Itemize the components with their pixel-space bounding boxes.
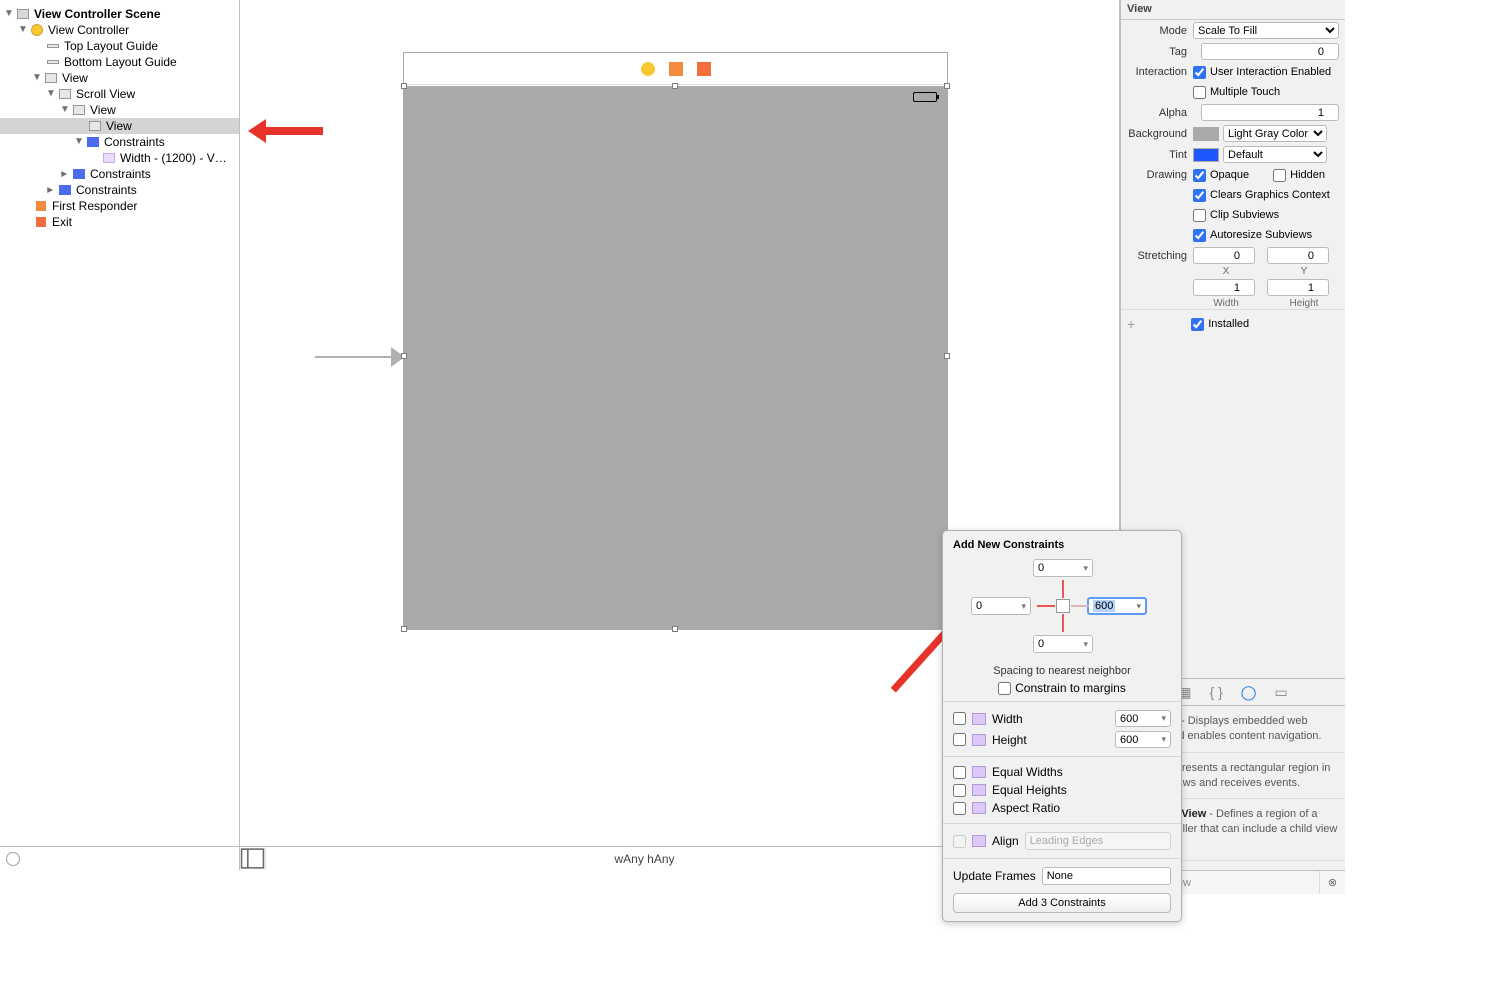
stretch-x-field[interactable] [1193, 247, 1255, 264]
add-constraints-popover: Add New Constraints 0▾ 0▾ 600▾ 0▾ Spacin… [942, 530, 1182, 922]
tag-field[interactable] [1201, 43, 1339, 60]
installed-checkbox[interactable]: Installed [1191, 318, 1249, 331]
user-interaction-checkbox[interactable]: User Interaction Enabled [1193, 66, 1339, 79]
outline-constraints-root[interactable]: ▼Constraints [0, 182, 239, 198]
stretch-w-field[interactable] [1193, 279, 1255, 296]
annotation-arrow [248, 122, 323, 142]
outline-selected-view[interactable]: View [0, 118, 239, 134]
outline-scene[interactable]: ▼View Controller Scene [0, 6, 239, 22]
outline-exit[interactable]: Exit [0, 214, 239, 230]
pin-top-strut[interactable] [1062, 580, 1064, 598]
stretch-h-field[interactable] [1267, 279, 1329, 296]
outline-filter-bar[interactable] [0, 846, 240, 870]
autoresize-checkbox[interactable]: Autoresize Subviews [1193, 229, 1339, 242]
pin-leading-strut[interactable] [1037, 605, 1055, 607]
outline-view-controller[interactable]: ▼View Controller [0, 22, 239, 38]
outline-bottom-layout-guide[interactable]: Bottom Layout Guide [0, 54, 239, 70]
panel-icon [240, 846, 265, 871]
add-constraints-button[interactable]: Add 3 Constraints [953, 893, 1171, 913]
outline-scroll-view[interactable]: ▼Scroll View [0, 86, 239, 102]
background-swatch[interactable] [1193, 127, 1219, 141]
library-clear-button[interactable]: ⊗ [1319, 871, 1345, 894]
filter-icon [6, 852, 20, 866]
trailing-spacing-field[interactable]: 600▾ [1087, 597, 1147, 615]
stretch-y-field[interactable] [1267, 247, 1329, 264]
pin-bottom-strut[interactable] [1062, 614, 1064, 632]
bottom-spacing-field[interactable]: 0▾ [1033, 635, 1093, 653]
vc-icon[interactable] [641, 62, 655, 76]
align-row[interactable]: AlignLeading Edges [943, 830, 1181, 852]
outline-toggle-button[interactable] [240, 847, 266, 870]
battery-icon [913, 92, 937, 102]
update-frames-row[interactable]: Update FramesNone [943, 865, 1181, 887]
media-library-tab[interactable]: ▭ [1274, 684, 1287, 701]
height-constraint-row[interactable]: Height600▾ [943, 729, 1181, 750]
constrain-margins-checkbox[interactable]: Constrain to margins [943, 681, 1181, 695]
leading-spacing-field[interactable]: 0▾ [971, 597, 1031, 615]
clip-subviews-checkbox[interactable]: Clip Subviews [1193, 209, 1339, 222]
exit-icon[interactable] [697, 62, 711, 76]
outline-width-constraint[interactable]: Width - (1200) - V… [0, 150, 239, 166]
mode-select[interactable]: Scale To Fill [1193, 22, 1339, 39]
opaque-checkbox[interactable]: Opaque [1193, 169, 1249, 182]
outline-first-responder[interactable]: First Responder [0, 198, 239, 214]
outline-top-layout-guide[interactable]: Top Layout Guide [0, 38, 239, 54]
aspect-ratio-row[interactable]: Aspect Ratio [943, 799, 1181, 817]
canvas-view-controller[interactable] [403, 52, 948, 630]
outline-root-view[interactable]: ▼View [0, 70, 239, 86]
installed-row: + Installed [1121, 309, 1345, 338]
outline-constraints-inner[interactable]: ▼Constraints [0, 134, 239, 150]
pin-trailing-strut[interactable] [1071, 605, 1089, 607]
document-outline: ▼View Controller Scene ▼View Controller … [0, 0, 240, 870]
width-constraint-row[interactable]: Width600▾ [943, 708, 1181, 729]
equal-heights-row[interactable]: Equal Heights [943, 781, 1181, 799]
first-responder-icon[interactable] [669, 62, 683, 76]
pin-center-icon [1056, 599, 1070, 613]
outline-constraints-scroll[interactable]: ▼Constraints [0, 166, 239, 182]
canvas-scene-dock[interactable] [404, 53, 947, 85]
clears-graphics-checkbox[interactable]: Clears Graphics Context [1193, 189, 1339, 202]
code-snippets-tab[interactable]: { } [1210, 684, 1223, 700]
tint-swatch[interactable] [1193, 148, 1219, 162]
canvas-selected-view[interactable] [404, 86, 947, 629]
object-library-tab[interactable]: ◯ [1241, 684, 1257, 701]
initial-vc-arrow [315, 347, 405, 367]
popover-title: Add New Constraints [943, 531, 1181, 555]
tint-select[interactable]: Default [1223, 146, 1327, 163]
background-select[interactable]: Light Gray Color [1223, 125, 1327, 142]
outline-content-view[interactable]: ▼View [0, 102, 239, 118]
multiple-touch-checkbox[interactable]: Multiple Touch [1193, 86, 1339, 99]
equal-widths-row[interactable]: Equal Widths [943, 763, 1181, 781]
spacing-label: Spacing to nearest neighbor [943, 665, 1181, 677]
alpha-field[interactable] [1201, 104, 1339, 121]
inspector-header: View [1121, 0, 1345, 20]
top-spacing-field[interactable]: 0▾ [1033, 559, 1093, 577]
hidden-checkbox[interactable]: Hidden [1273, 169, 1325, 182]
add-variation-button[interactable]: + [1127, 316, 1135, 332]
size-class-indicator[interactable]: wAny hAny [266, 852, 1023, 866]
